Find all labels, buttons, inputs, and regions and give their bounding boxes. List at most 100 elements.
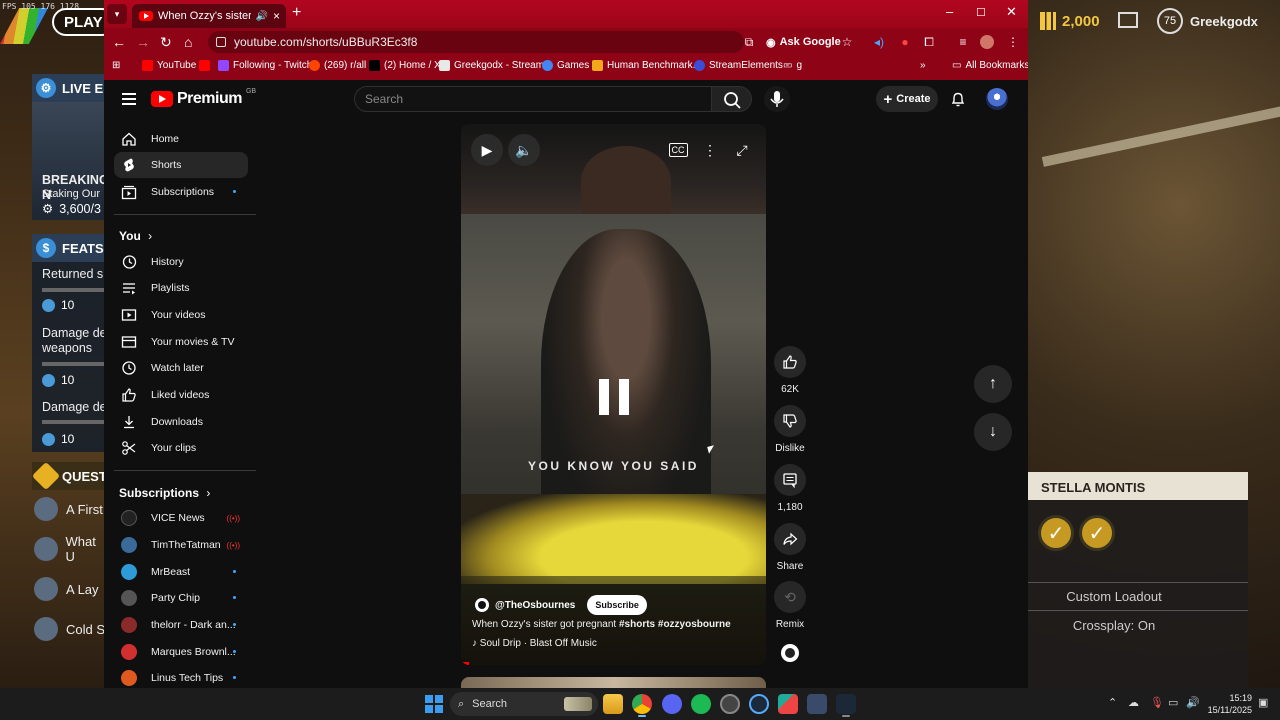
- video-title[interactable]: When Ozzy's sister got pregnant #shorts …: [472, 619, 731, 630]
- bookmark-item[interactable]: Games: [542, 60, 589, 71]
- sidebar-subscription-item[interactable]: Party Chip: [114, 585, 248, 611]
- notifications-icon[interactable]: ▣: [1258, 696, 1268, 709]
- profile-avatar[interactable]: [980, 35, 994, 49]
- comment-icon[interactable]: [774, 464, 806, 496]
- search-button[interactable]: [712, 86, 752, 112]
- next-short-preview[interactable]: [461, 677, 766, 688]
- tab-search-icon[interactable]: ▾: [107, 4, 127, 24]
- apps-grid-icon[interactable]: ⊞: [112, 60, 120, 71]
- sidebar-subscription-item[interactable]: MrBeast: [114, 559, 248, 585]
- address-bar[interactable]: youtube.com/shorts/uBBuR3Ec3f8: [208, 31, 744, 53]
- more-bookmarks-icon[interactable]: »: [920, 60, 926, 71]
- bell-icon[interactable]: [950, 91, 966, 107]
- app-icon[interactable]: [749, 694, 769, 714]
- shorts-video-player[interactable]: ▶ 🔈 CC ⋮ ⤢ YOU KNOW YOU SAID @TheOsbourn…: [461, 124, 766, 665]
- tray-overflow-icon[interactable]: ⌃: [1108, 696, 1117, 709]
- start-button[interactable]: [425, 695, 443, 713]
- close-tab-icon[interactable]: ×: [273, 9, 286, 23]
- bookmark-item[interactable]: Greekgodx - Stream...: [439, 60, 552, 71]
- cloud-icon[interactable]: ☁: [1128, 696, 1139, 709]
- pause-icon[interactable]: [599, 379, 629, 415]
- audio-source-avatar[interactable]: [781, 644, 799, 662]
- menu-icon[interactable]: [122, 93, 136, 105]
- video-progress-bar[interactable]: [461, 662, 469, 665]
- custom-loadout-label[interactable]: Custom Loadout: [1028, 589, 1200, 604]
- sidebar-item-watch-later[interactable]: Watch later: [114, 355, 248, 381]
- subscribe-button[interactable]: Subscribe: [587, 595, 647, 615]
- sidebar-item-home[interactable]: Home: [114, 126, 248, 152]
- sidebar-item-playlists[interactable]: Playlists: [114, 275, 248, 301]
- steam-icon[interactable]: [836, 694, 856, 714]
- captions-button[interactable]: CC: [662, 134, 694, 166]
- reload-icon[interactable]: ↻: [160, 34, 172, 51]
- bookmark-folder[interactable]: ▭ g: [783, 60, 802, 71]
- sidebar-item-clips[interactable]: Your clips: [114, 435, 248, 461]
- channel-avatar[interactable]: [475, 598, 489, 612]
- like-action[interactable]: 62K: [774, 346, 806, 395]
- next-short-button[interactable]: ↓: [974, 413, 1012, 451]
- comments-action[interactable]: 1,180: [774, 464, 806, 513]
- sidebar-item-subscriptions[interactable]: Subscriptions: [114, 179, 248, 205]
- bookmark-item[interactable]: (269) r/all: [309, 60, 366, 71]
- remix-action[interactable]: ⟲ Remix: [774, 581, 806, 630]
- previous-short-button[interactable]: ↑: [974, 365, 1012, 403]
- sidebar-subscriptions-header[interactable]: Subscriptions ›: [119, 486, 210, 500]
- quest-item[interactable]: Cold S: [34, 612, 108, 646]
- sidebar-item-your-videos[interactable]: Your videos: [114, 302, 248, 328]
- install-icon[interactable]: ⧉: [742, 35, 756, 49]
- discord-icon[interactable]: [662, 694, 682, 714]
- sidebar-you-header[interactable]: You ›: [119, 229, 152, 243]
- quest-item[interactable]: What U: [34, 532, 108, 566]
- minimize-icon[interactable]: –: [946, 4, 953, 19]
- app-icon[interactable]: [778, 694, 798, 714]
- mail-icon[interactable]: [1118, 12, 1138, 28]
- obs-icon[interactable]: [720, 694, 740, 714]
- ask-google-button[interactable]: ◉ Ask Google: [766, 33, 841, 51]
- video-music[interactable]: ♪ Soul Drip · Blast Off Music: [472, 638, 597, 649]
- extension-icon[interactable]: ●: [898, 35, 912, 49]
- sidebar-subscription-item[interactable]: Linus Tech Tips: [114, 665, 248, 688]
- extensions-puzzle-icon[interactable]: ⧠: [922, 35, 936, 49]
- dislike-action[interactable]: Dislike: [774, 405, 806, 454]
- sidebar-item-liked[interactable]: Liked videos: [114, 382, 248, 408]
- quest-item[interactable]: A Lay: [34, 572, 108, 606]
- close-window-icon[interactable]: ✕: [1006, 4, 1017, 20]
- more-options-button[interactable]: ⋮: [694, 134, 726, 166]
- bookmark-item[interactable]: StreamElements -: [694, 60, 789, 71]
- create-button[interactable]: + Create: [876, 86, 938, 112]
- play-button[interactable]: ▶: [471, 134, 503, 166]
- sidebar-item-downloads[interactable]: Downloads: [114, 409, 248, 435]
- search-input[interactable]: Search: [354, 86, 712, 112]
- forward-icon[interactable]: →: [136, 34, 150, 50]
- active-tab[interactable]: When Ozzy's sister got preg 🔊 ×: [132, 4, 286, 28]
- channel-handle[interactable]: @TheOsbournes: [495, 600, 575, 611]
- bookmark-item[interactable]: [199, 60, 210, 71]
- sidebar-subscription-item[interactable]: VICE News ((•)): [114, 505, 248, 531]
- account-avatar[interactable]: [986, 88, 1008, 110]
- bookmark-item[interactable]: Human Benchmark...: [592, 60, 701, 71]
- home-icon[interactable]: ⌂: [184, 34, 192, 50]
- quest-item[interactable]: A First: [34, 492, 108, 526]
- chrome-icon[interactable]: [632, 694, 652, 714]
- voice-search-button[interactable]: [764, 86, 790, 112]
- share-action[interactable]: Share: [774, 523, 806, 572]
- youtube-premium-logo[interactable]: Premium GB: [151, 88, 256, 108]
- mic-icon[interactable]: 🎙: [1150, 696, 1164, 709]
- bookmark-item[interactable]: (2) Home / X: [369, 60, 441, 71]
- fullscreen-button[interactable]: ⤢: [726, 134, 758, 166]
- like-icon[interactable]: [774, 346, 806, 378]
- back-icon[interactable]: ←: [112, 34, 126, 50]
- bookmark-star-icon[interactable]: ☆: [840, 35, 854, 49]
- sidebar-item-movies[interactable]: Your movies & TV: [114, 329, 248, 355]
- speaker-icon[interactable]: 🔊: [256, 11, 268, 22]
- bookmark-item[interactable]: Following - Twitch: [218, 60, 312, 71]
- volume-icon[interactable]: 🔊: [1186, 696, 1200, 709]
- sidebar-item-history[interactable]: History: [114, 249, 248, 275]
- site-info-icon[interactable]: [216, 37, 226, 47]
- crossplay-label[interactable]: Crossplay: On: [1028, 618, 1200, 633]
- settings-app-icon[interactable]: [807, 694, 827, 714]
- volume-button[interactable]: 🔈: [508, 134, 540, 166]
- all-bookmarks-button[interactable]: ▭ All Bookmarks: [952, 60, 1028, 71]
- network-icon[interactable]: ▭: [1168, 696, 1178, 709]
- taskbar-search[interactable]: ⌕ Search: [450, 692, 598, 716]
